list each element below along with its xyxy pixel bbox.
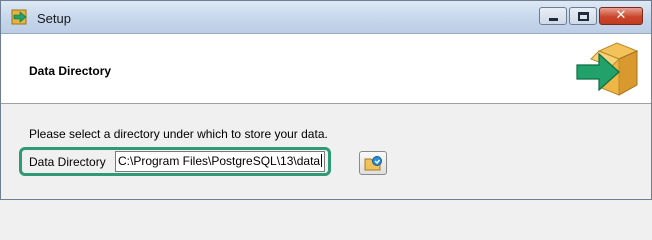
data-directory-input[interactable]: C:\Program Files\PostgreSQL\13\data: [115, 151, 325, 172]
browse-button[interactable]: [359, 151, 387, 175]
text-caret: [321, 154, 323, 167]
setup-arrow-icon: [11, 9, 27, 25]
minimize-icon: [549, 18, 558, 21]
close-icon: ✕: [615, 8, 627, 23]
minimize-button[interactable]: [539, 7, 567, 25]
maximize-icon: [578, 12, 589, 21]
wizard-header: Data Directory: [1, 34, 651, 104]
close-button[interactable]: ✕: [599, 7, 643, 25]
setup-window: Setup ✕ Data Directory Please select a d…: [0, 0, 652, 200]
folder-browse-icon: [364, 156, 382, 171]
maximize-button[interactable]: [569, 7, 597, 25]
box-arrow-icon: [576, 42, 639, 96]
window-title: Setup: [37, 11, 71, 26]
data-directory-label: Data Directory: [29, 155, 106, 169]
instruction-text: Please select a directory under which to…: [29, 127, 328, 141]
page-title: Data Directory: [29, 64, 112, 78]
title-bar[interactable]: Setup ✕: [1, 1, 651, 34]
data-directory-value: C:\Program Files\PostgreSQL\13\data: [118, 154, 321, 168]
